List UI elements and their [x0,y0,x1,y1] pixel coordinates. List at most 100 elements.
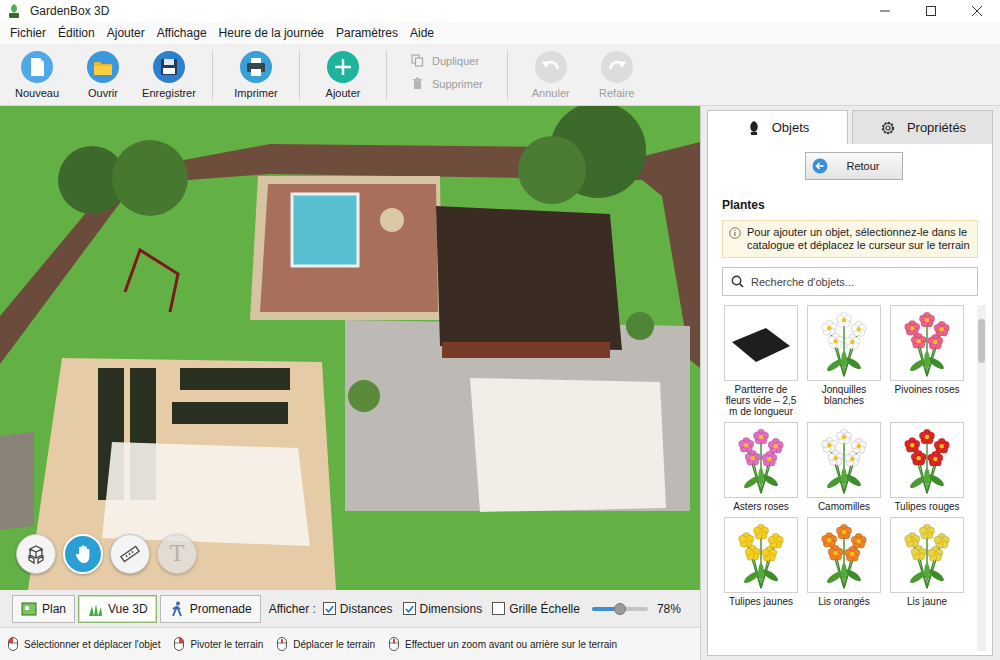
object-thumbnail[interactable] [890,422,964,498]
object-thumbnail[interactable] [890,517,964,593]
app-logo-icon [6,3,22,19]
object-thumbnail[interactable] [890,305,964,381]
object-label: Lis orangés [805,596,883,607]
mouse-icon [277,637,287,651]
object-item[interactable]: Lis jaune [888,517,966,607]
object-thumbnail[interactable] [724,305,798,381]
search-field[interactable] [722,267,978,296]
object-label: Partterre de fleurs vide – 2,5 m de long… [722,384,800,417]
shrub [348,380,380,412]
menu-item[interactable]: Édition [52,26,101,40]
garden-3d-view[interactable]: T [0,106,700,590]
side-panel: ObjetsPropriétésRetourPlantesPour ajoute… [700,106,1000,660]
display-checkbox[interactable]: Distances [323,602,393,616]
object-thumbnail[interactable] [807,422,881,498]
view-tool-button[interactable] [110,534,150,574]
view-mode-button[interactable]: Promenade [160,595,261,623]
app-window: GardenBox 3DFichierÉditionAjouterAfficha… [0,0,1000,660]
object-item[interactable]: Asters roses [722,422,800,512]
search-input[interactable] [751,272,969,292]
flower-icon [809,520,879,590]
panel-tab[interactable]: Propriétés [852,110,993,144]
object-label: Pivoines roses [888,384,966,395]
close-button[interactable] [954,0,1000,22]
menu-item[interactable]: Paramètres [330,26,404,40]
flower-icon [892,425,962,495]
object-item[interactable]: Jonquilles blanches [805,305,883,417]
slider-thumb[interactable] [614,603,626,615]
menu-item[interactable]: Fichier [4,26,52,40]
panel-tab[interactable]: Objets [707,110,848,144]
object-label: Asters roses [722,501,800,512]
menu-item[interactable]: Ajouter [101,26,151,40]
title-bar: GardenBox 3D [0,0,1000,22]
menu-item[interactable]: Affichage [151,26,213,40]
display-checkbox[interactable]: Dimensions [403,602,483,616]
toolbar-button[interactable]: Ajouter [310,50,376,99]
ruler-icon [119,543,141,565]
toolbar-button[interactable]: Refaire [584,50,650,99]
flower-icon [726,520,796,590]
check-icon [404,603,415,615]
status-hint: Pivoter le terrain [174,637,263,651]
close-icon [972,6,982,16]
object-item[interactable]: Lis orangés [805,517,883,607]
toolbar-button[interactable]: Nouveau [4,50,70,99]
display-checkbox[interactable]: Grille Échelle [492,602,580,616]
minimize-button[interactable] [862,0,908,22]
scrollbar-thumb[interactable] [978,319,985,363]
floppy-icon [152,50,186,84]
toolbar-separator [299,50,300,100]
toolbar-button[interactable]: Enregistrer [136,50,202,99]
object-thumbnail[interactable] [724,422,798,498]
new-document-icon [20,50,54,84]
window-title: GardenBox 3D [30,4,109,18]
printer-icon [239,50,273,84]
view-mode-button[interactable]: Vue 3D [78,595,157,623]
display-label: Afficher : [269,602,316,616]
workspace: T PlanVue 3DPromenade Afficher : Distances D… [0,106,700,660]
object-item[interactable]: Camomilles [805,422,883,512]
view-tool-button[interactable] [16,534,56,574]
checkbox[interactable] [403,602,416,615]
back-button[interactable]: Retour [805,152,902,180]
menu-item[interactable]: Aide [404,26,440,40]
toolbar-button[interactable]: Annuler [518,50,584,99]
scrollbar[interactable] [977,305,986,651]
view-tool-button[interactable]: T [157,534,197,574]
menu-item[interactable]: Heure de la journée [213,26,330,40]
object-item[interactable]: Partterre de fleurs vide – 2,5 m de long… [722,305,800,417]
status-hint: Déplacer le terrain [277,637,375,651]
view-mode-button[interactable]: Plan [12,595,75,623]
maximize-button[interactable] [908,0,954,22]
object-thumbnail[interactable] [724,517,798,593]
view-tool-button[interactable] [63,534,103,574]
zoom-slider[interactable] [592,602,648,616]
object-thumbnail[interactable] [807,517,881,593]
house-roof [436,206,622,350]
toolbar-button[interactable]: Ouvrir [70,50,136,99]
cubes-icon [25,543,47,565]
undo-icon [534,50,568,84]
toolbar-button[interactable]: Dupliquer [411,54,483,67]
category-title: Plantes [722,198,986,212]
object-label: Jonquilles blanches [805,384,883,406]
object-label: Tulipes rouges [888,501,966,512]
bed [172,402,288,424]
toolbar-button[interactable]: Supprimer [411,77,483,90]
object-thumbnail[interactable] [807,305,881,381]
flower-icon [726,425,796,495]
toolbar-button[interactable]: Imprimer [223,50,289,99]
object-label: Camomilles [805,501,883,512]
object-item[interactable]: Tulipes rouges [888,422,966,512]
back-arrow-icon [812,158,828,174]
house-wall [442,342,610,358]
view-toolbar: T [16,534,197,574]
checkbox[interactable] [323,602,336,615]
flower-icon [809,308,879,378]
checkbox[interactable] [492,602,505,615]
swing [125,250,178,312]
flower-icon [892,520,962,590]
object-item[interactable]: Tulipes jaunes [722,517,800,607]
object-item[interactable]: Pivoines roses [888,305,966,417]
